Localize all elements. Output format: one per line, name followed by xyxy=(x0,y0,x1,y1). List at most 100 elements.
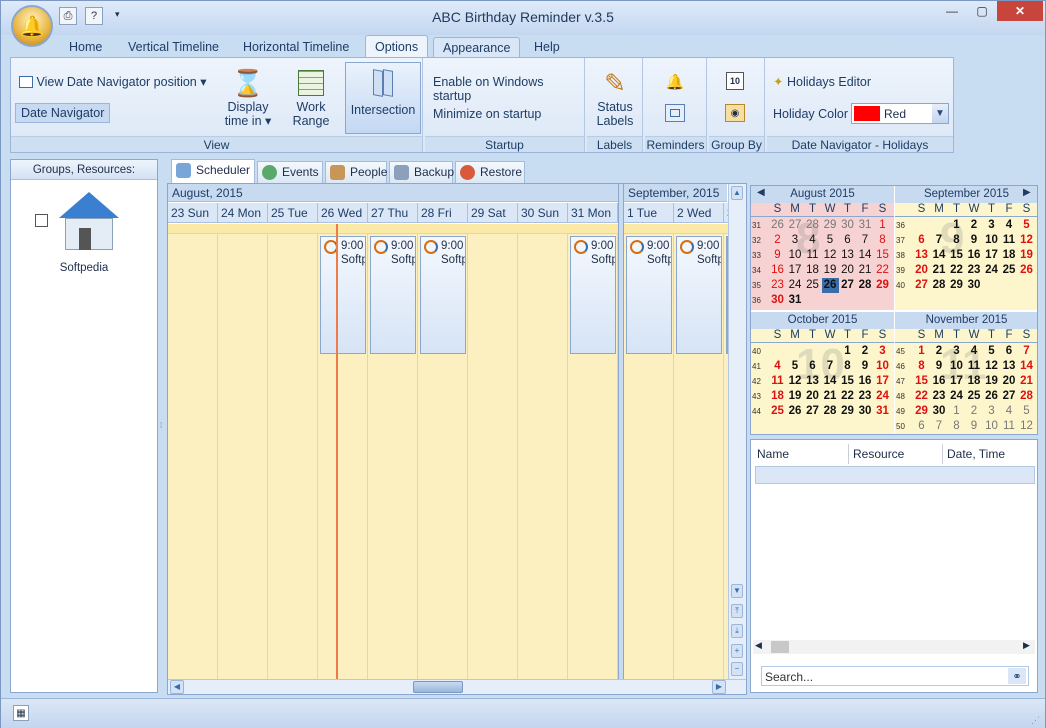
day-column[interactable] xyxy=(168,234,218,679)
calendar-day[interactable]: 4 xyxy=(1001,218,1018,233)
calendar-day[interactable]: 12 xyxy=(1018,233,1035,248)
search-box[interactable]: Search... ⚭ xyxy=(761,666,1029,686)
calendar-day[interactable]: 14 xyxy=(931,248,948,263)
minimize-startup-button[interactable]: Minimize on startup xyxy=(433,107,541,121)
day-column[interactable] xyxy=(518,234,568,679)
calendar-day[interactable]: 15 xyxy=(948,248,965,263)
day-header[interactable]: 30 Sun xyxy=(518,203,568,223)
calendar-day[interactable]: 2 xyxy=(966,218,983,233)
help-icon[interactable]: ? xyxy=(85,7,103,25)
calendar-day[interactable]: 3 xyxy=(983,218,1000,233)
calendar-day[interactable]: 29 xyxy=(913,404,930,419)
calendar-day[interactable]: 7 xyxy=(931,419,948,434)
calendar-day[interactable]: 29 xyxy=(874,278,891,293)
calendar-day[interactable]: 26 xyxy=(821,278,839,293)
calendar-day[interactable]: 3 xyxy=(787,233,804,248)
calendar-day[interactable]: 27 xyxy=(913,278,930,293)
calendar-day[interactable]: 28 xyxy=(822,404,839,419)
list-new-row[interactable] xyxy=(755,466,1035,484)
work-range-button[interactable]: Work Range xyxy=(283,66,339,128)
appointment[interactable]: 9:00 Softp xyxy=(370,236,416,354)
calendar-day[interactable]: 17 xyxy=(983,248,1000,263)
calendar-day[interactable]: 18 xyxy=(1001,248,1018,263)
calendar-month-title[interactable]: November 2015 xyxy=(895,312,1037,329)
calendar-day[interactable]: 11 xyxy=(769,374,786,389)
calendar-day[interactable]: 15 xyxy=(839,374,856,389)
calendar-day[interactable]: 2 xyxy=(966,404,983,419)
calendar-day[interactable]: 3 xyxy=(948,344,965,359)
scroll-up-icon[interactable]: ▲ xyxy=(731,186,743,200)
day-header[interactable]: 24 Mon xyxy=(218,203,268,223)
day-header[interactable]: 25 Tue xyxy=(268,203,318,223)
vertical-scrollbar[interactable]: ▲ ▼ ⤒ ⤓ + − xyxy=(728,184,746,679)
calendar-day[interactable]: 19 xyxy=(983,374,1000,389)
enable-startup-button[interactable]: Enable on Windows startup xyxy=(433,75,584,103)
calendar-day[interactable]: 8 xyxy=(948,233,965,248)
calendar-day[interactable]: 3 xyxy=(874,344,891,359)
search-input[interactable]: Search... xyxy=(765,670,813,684)
calendar-day[interactable]: 20 xyxy=(804,389,821,404)
calendar-day[interactable]: 12 xyxy=(787,374,804,389)
calendar-day[interactable]: 16 xyxy=(966,248,983,263)
appointment[interactable]: 9:00 Softp xyxy=(570,236,616,354)
calendar-day[interactable]: 18 xyxy=(769,389,786,404)
calendar-day[interactable]: 10 xyxy=(983,419,1000,434)
calendar-day[interactable]: 8 xyxy=(839,359,856,374)
calendar-day[interactable]: 1 xyxy=(839,344,856,359)
calendar-day[interactable]: 4 xyxy=(804,233,821,248)
scroll-bottom-icon[interactable]: ⤓ xyxy=(731,624,743,638)
calendar-day[interactable]: 29 xyxy=(948,278,965,293)
calendar-day[interactable]: 17 xyxy=(874,374,891,389)
prev-month-icon[interactable]: ◀ xyxy=(757,187,765,198)
calendar-day[interactable]: 1 xyxy=(948,218,965,233)
appointment[interactable]: 9:00 Softp xyxy=(420,236,466,354)
calendar-day[interactable]: 25 xyxy=(804,278,821,293)
calendar-day[interactable]: 17 xyxy=(948,374,965,389)
calendar-day[interactable]: 13 xyxy=(913,248,930,263)
calendar-day[interactable]: 14 xyxy=(857,248,874,263)
calendar-day[interactable]: 17 xyxy=(787,263,804,278)
calendar-day[interactable]: 31 xyxy=(874,404,891,419)
calendar-day[interactable]: 9 xyxy=(966,419,983,434)
calendar-day[interactable]: 26 xyxy=(1018,263,1035,278)
day-header[interactable]: 29 Sat xyxy=(468,203,518,223)
day-column[interactable] xyxy=(268,234,318,679)
resource-name[interactable]: Softpedia xyxy=(11,262,157,274)
calendar-day[interactable]: 28 xyxy=(1018,389,1035,404)
calendar-day[interactable]: 29 xyxy=(822,218,839,233)
day-header[interactable]: 23 Sun xyxy=(168,203,218,223)
calendar-day[interactable]: 28 xyxy=(857,278,874,293)
calendar-day[interactable]: 4 xyxy=(966,344,983,359)
calendar-day[interactable]: 25 xyxy=(769,404,786,419)
calendar-day[interactable]: 9 xyxy=(931,359,948,374)
calendar-day[interactable]: 11 xyxy=(1001,233,1018,248)
col-resource[interactable]: Resource xyxy=(849,444,943,464)
calendar-day[interactable]: 31 xyxy=(787,293,804,308)
day-header[interactable]: 28 Fri xyxy=(418,203,468,223)
calendar-day[interactable]: 26 xyxy=(983,389,1000,404)
calendar-day[interactable]: 6 xyxy=(913,233,930,248)
all-day-slot[interactable] xyxy=(518,224,568,234)
calendar-day[interactable]: 7 xyxy=(1018,344,1035,359)
scroll-thumb[interactable] xyxy=(413,681,463,693)
scroll-left-icon[interactable]: ◀ xyxy=(755,640,762,651)
calendar-day[interactable]: 5 xyxy=(822,233,839,248)
calendar-day[interactable]: 30 xyxy=(857,404,874,419)
list-h-scrollbar[interactable]: ◀ ▶ xyxy=(753,640,1035,654)
all-day-slot[interactable] xyxy=(168,224,218,234)
calendar-day[interactable]: 24 xyxy=(948,389,965,404)
calendar-day[interactable]: 14 xyxy=(822,374,839,389)
calendar-day[interactable]: 16 xyxy=(931,374,948,389)
calendar-day[interactable]: 18 xyxy=(804,263,821,278)
calendar-day[interactable]: 12 xyxy=(1018,419,1035,434)
calendar-day[interactable]: 8 xyxy=(874,233,891,248)
calendar-day[interactable]: 23 xyxy=(931,389,948,404)
day-header[interactable]: 31 Mon xyxy=(568,203,618,223)
calendar-day[interactable]: 11 xyxy=(1001,419,1018,434)
calendar-day[interactable]: 23 xyxy=(857,389,874,404)
calendar-day[interactable]: 6 xyxy=(839,233,856,248)
calendar-day[interactable]: 22 xyxy=(948,263,965,278)
calendar-day[interactable]: 26 xyxy=(787,404,804,419)
calendar-day[interactable]: 31 xyxy=(857,218,874,233)
calendar-day[interactable]: 20 xyxy=(839,263,856,278)
